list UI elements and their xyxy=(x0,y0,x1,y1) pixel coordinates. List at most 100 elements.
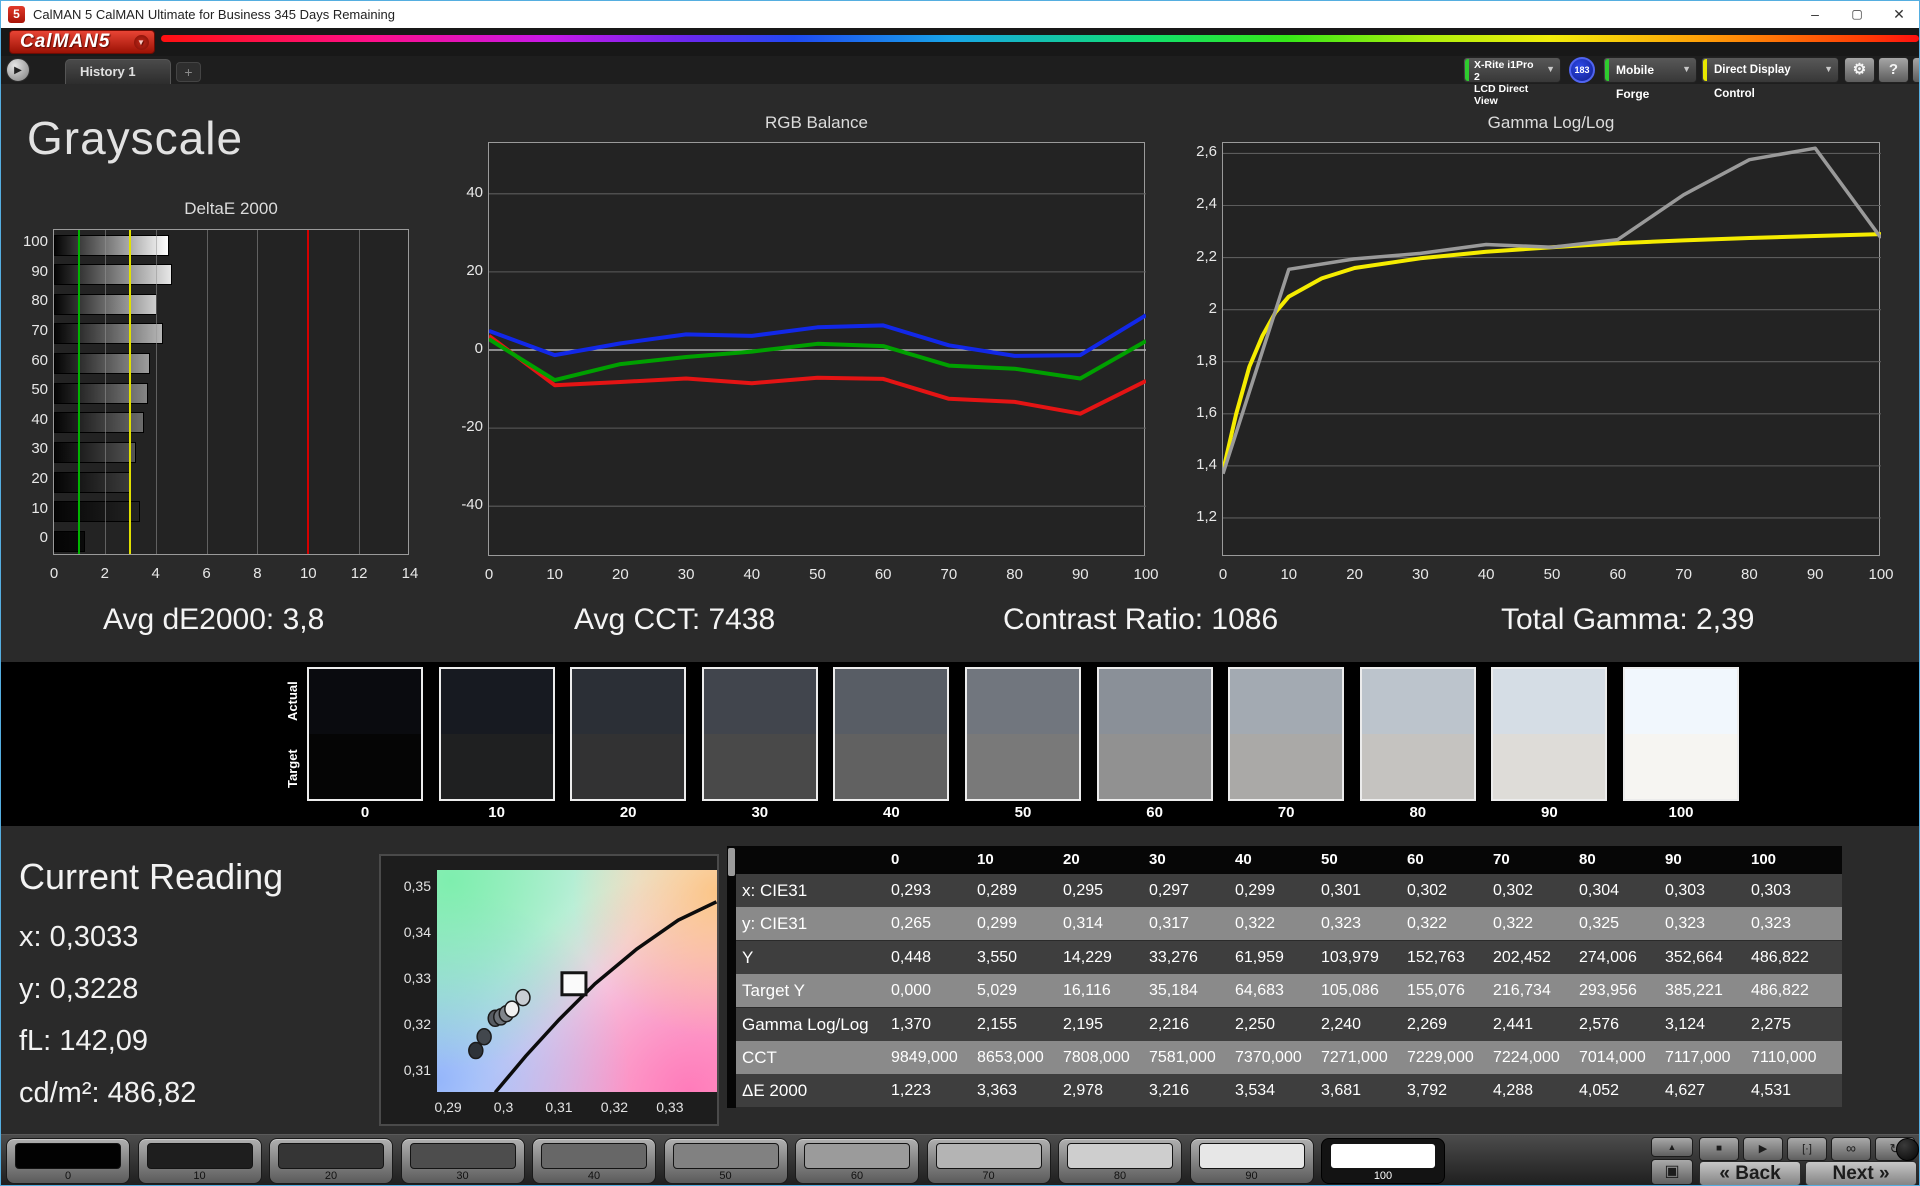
chevron-down-icon: ▼ xyxy=(1546,64,1555,74)
grayscale-swatch xyxy=(1623,667,1739,801)
pattern-level-button[interactable]: 90 xyxy=(1189,1138,1314,1184)
minimize-button[interactable]: – xyxy=(1795,1,1835,27)
table-row-label: CCT xyxy=(742,1048,777,1067)
tab-scroll-button[interactable]: ▶ xyxy=(6,58,30,82)
table-scrollbar-thumb[interactable] xyxy=(728,848,735,876)
grayscale-swatch xyxy=(1359,667,1476,801)
table-cell: 7014,000 xyxy=(1579,1049,1646,1066)
calman-logo-label: CalMAN5 xyxy=(20,31,111,52)
deltae-y-tick-label: 30 xyxy=(31,440,48,458)
pattern-level-button[interactable]: 10 xyxy=(137,1138,262,1184)
table-header-cell: 30 xyxy=(1149,851,1166,868)
table-cell: 155,076 xyxy=(1407,982,1465,1000)
logo-dropdown-icon[interactable]: ▼ xyxy=(134,35,149,50)
tab-history-1[interactable]: History 1 xyxy=(65,59,171,84)
table-row-label: ΔE 2000 xyxy=(742,1081,808,1101)
table-cell: 0,322 xyxy=(1407,915,1448,933)
gamma-plot-y-tick-label: 2,4 xyxy=(1196,195,1217,213)
table-scrollbar[interactable] xyxy=(727,846,736,1108)
table-cell: 216,734 xyxy=(1493,982,1551,1000)
add-tab-button[interactable]: + xyxy=(176,62,201,82)
pattern-chip-label: 50 xyxy=(719,1170,732,1182)
table-cell: 103,979 xyxy=(1321,948,1379,966)
table-cell: 152,763 xyxy=(1407,948,1465,966)
pattern-level-button[interactable]: 30 xyxy=(400,1138,525,1184)
table-cell: 64,683 xyxy=(1235,982,1284,1000)
table-cell: 2,275 xyxy=(1751,1015,1792,1033)
grayscale-swatch xyxy=(307,667,423,801)
back-button[interactable]: « Back xyxy=(1699,1161,1801,1185)
play-button[interactable]: ▶ xyxy=(1743,1137,1783,1161)
grayscale-swatch xyxy=(1228,667,1345,801)
pattern-level-button[interactable]: 70 xyxy=(926,1138,1051,1184)
collapse-panel-button[interactable]: ◀ xyxy=(1912,57,1919,83)
table-row-label: Target Y xyxy=(742,981,806,1001)
pattern-level-button[interactable]: 20 xyxy=(269,1138,393,1184)
table-header-cell: 60 xyxy=(1407,851,1424,868)
deltae-chart: 100 90 80 70 60 50 40 30 20 10 0 0 2 4 6 8 10 12 14 xyxy=(23,229,418,582)
settings-button[interactable]: ⚙ xyxy=(1844,57,1875,83)
rgb-plot-x-tick-label: 90 xyxy=(1071,566,1089,583)
deltae-x-tick-label: 0 xyxy=(49,565,59,582)
table-row: Target Y 0,000 5,029 16,116 35,184 64,683 105,… xyxy=(736,974,1842,1008)
gamma-plot-x-tick-label: 50 xyxy=(1543,566,1561,583)
table-cell: 0,304 xyxy=(1579,882,1620,899)
continuous-measure-button[interactable]: ∞ xyxy=(1831,1137,1871,1161)
pattern-level-button[interactable]: 60 xyxy=(795,1138,919,1184)
rgb-chart-title: RGB Balance xyxy=(765,113,868,132)
swatch-actual xyxy=(309,669,421,734)
cie-y-tick-label: 0,32 xyxy=(403,1016,431,1033)
close-button[interactable]: ✕ xyxy=(1879,1,1919,27)
swatch-level-label: 20 xyxy=(619,804,637,821)
help-button[interactable]: ? xyxy=(1878,57,1909,83)
table-cell: 4,288 xyxy=(1493,1082,1534,1100)
pattern-level-button[interactable]: 0 xyxy=(6,1138,130,1184)
table-cell: 0,299 xyxy=(1235,882,1276,899)
expand-controls-button[interactable]: ▲ xyxy=(1651,1137,1693,1157)
pattern-level-button[interactable]: 100 xyxy=(1321,1138,1445,1184)
pattern-chip-label: 30 xyxy=(456,1170,469,1182)
pattern-level-button[interactable]: 80 xyxy=(1058,1138,1182,1184)
table-cell: 33,276 xyxy=(1149,948,1198,966)
table-cell: 0,265 xyxy=(891,915,932,933)
pattern-level-button[interactable]: 40 xyxy=(532,1138,656,1184)
swatch-actual xyxy=(1625,669,1737,734)
target-label: Target xyxy=(285,749,300,789)
table-cell: 5,029 xyxy=(977,982,1018,1000)
deltae-y-tick-label: 80 xyxy=(31,292,48,310)
deltae-y-tick-label: 60 xyxy=(31,351,48,369)
source-dropdown[interactable]: Mobile Forge ▼ xyxy=(1603,57,1697,101)
swatch-level-label: 80 xyxy=(1409,804,1427,821)
deltae-y-tick-label: 70 xyxy=(31,321,48,339)
pattern-chip xyxy=(146,1143,253,1169)
single-measure-button[interactable]: [·] xyxy=(1787,1137,1827,1161)
meter-dropdown[interactable]: X-Rite i1Pro 2 LCD Direct View ▼ xyxy=(1463,57,1561,107)
table-cell: 0,302 xyxy=(1493,882,1534,899)
stop-button[interactable]: ■ xyxy=(1699,1137,1739,1161)
pattern-window-button[interactable]: ▣ xyxy=(1651,1159,1693,1185)
swatch-target xyxy=(1230,734,1343,799)
gridline xyxy=(155,230,157,554)
table-cell: 0,323 xyxy=(1751,915,1792,933)
table-cell: 35,184 xyxy=(1149,982,1198,1000)
next-button[interactable]: Next » xyxy=(1805,1161,1917,1185)
pattern-chip xyxy=(935,1143,1042,1169)
cie-x-tick-label: 0,3 xyxy=(493,1099,514,1115)
pattern-chip xyxy=(672,1143,779,1169)
gamma-plot-y-tick-label: 1,2 xyxy=(1196,507,1217,525)
tab-bar: ▶ History 1 + X-Rite i1Pro 2 LCD Direct … xyxy=(1,56,1919,107)
gamma-plot-y-tick-label: 2,6 xyxy=(1196,143,1217,161)
title-bar: 5 CalMAN 5 CalMAN Ultimate for Business … xyxy=(1,1,1919,28)
table-row-label: Gamma Log/Log xyxy=(742,1014,869,1034)
deltae-reference-line xyxy=(78,230,81,554)
rgb-plot-x-tick-label: 60 xyxy=(874,566,892,583)
gridline xyxy=(359,230,361,554)
contrast-ratio-stat: Contrast Ratio: 1086 xyxy=(1003,603,1279,636)
pattern-chip xyxy=(409,1143,516,1169)
next-chevron-icon: » xyxy=(1878,1163,1890,1184)
pattern-chip xyxy=(1067,1143,1173,1169)
calman-logo[interactable]: CalMAN5 ▼ xyxy=(9,30,155,54)
pattern-level-button[interactable]: 50 xyxy=(663,1138,788,1184)
display-control-dropdown[interactable]: Direct Display Control ▼ xyxy=(1701,57,1839,100)
maximize-button[interactable]: ▢ xyxy=(1837,1,1877,27)
